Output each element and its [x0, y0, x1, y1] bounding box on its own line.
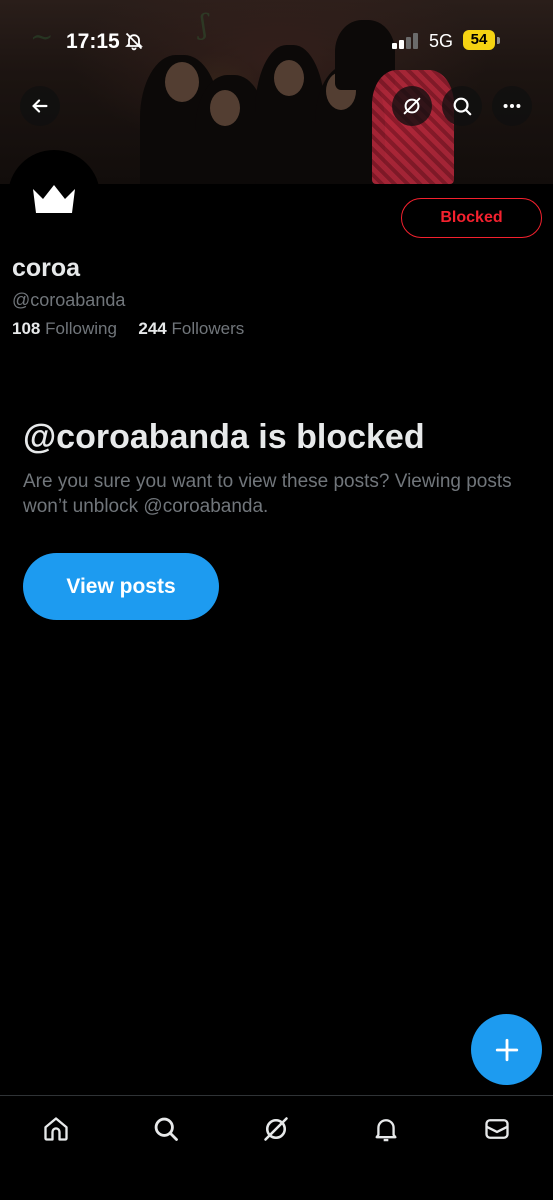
profile-avatar[interactable]	[8, 150, 100, 242]
battery-level: 54	[463, 30, 495, 50]
network-type: 5G	[429, 31, 454, 51]
followers-label: Followers	[171, 319, 245, 338]
more-button[interactable]	[492, 86, 532, 126]
grok-button[interactable]	[392, 86, 432, 126]
profile-display-name: coroa	[12, 254, 81, 282]
plus-icon	[495, 1038, 518, 1061]
crown-icon	[33, 185, 75, 213]
nav-search[interactable]	[149, 1112, 183, 1146]
battery-tip	[497, 37, 500, 44]
blocked-notice-title: @coroabanda is blocked	[23, 418, 425, 456]
blocked-notice-description: Are you sure you want to view these post…	[23, 471, 512, 517]
more-horizontal-icon	[503, 103, 521, 109]
nav-grok[interactable]	[259, 1112, 293, 1146]
following-label: Following	[45, 319, 117, 338]
followers-link[interactable]: 244 Followers	[138, 319, 244, 338]
compose-post-button[interactable]	[471, 1014, 542, 1085]
search-icon	[154, 1117, 178, 1141]
bottom-navigation	[0, 1095, 553, 1200]
bell-icon	[375, 1119, 397, 1142]
profile-handle: @coroabanda	[12, 290, 126, 310]
grok-icon	[264, 1117, 288, 1141]
following-link[interactable]: 108 Following	[12, 319, 122, 338]
view-posts-button[interactable]: View posts	[23, 553, 219, 620]
back-button[interactable]	[20, 86, 60, 126]
nav-messages[interactable]	[480, 1112, 514, 1146]
banner-face	[210, 90, 240, 126]
followers-count: 244	[138, 319, 167, 338]
signal-icon	[392, 33, 418, 49]
nav-notifications[interactable]	[369, 1112, 403, 1146]
home-icon	[44, 1117, 68, 1141]
grok-icon	[403, 97, 421, 115]
status-bar: 17:15 5G 54	[0, 0, 553, 80]
bell-muted-icon	[125, 32, 143, 51]
search-icon	[453, 97, 472, 116]
status-time: 17:15	[66, 30, 120, 53]
mail-icon	[485, 1119, 509, 1139]
nav-home[interactable]	[39, 1112, 73, 1146]
following-count: 108	[12, 319, 41, 338]
arrow-left-icon	[32, 99, 48, 113]
profile-stats: 108 Following 244 Followers	[12, 319, 244, 339]
blocked-button[interactable]: Blocked	[401, 198, 542, 238]
search-button[interactable]	[442, 86, 482, 126]
